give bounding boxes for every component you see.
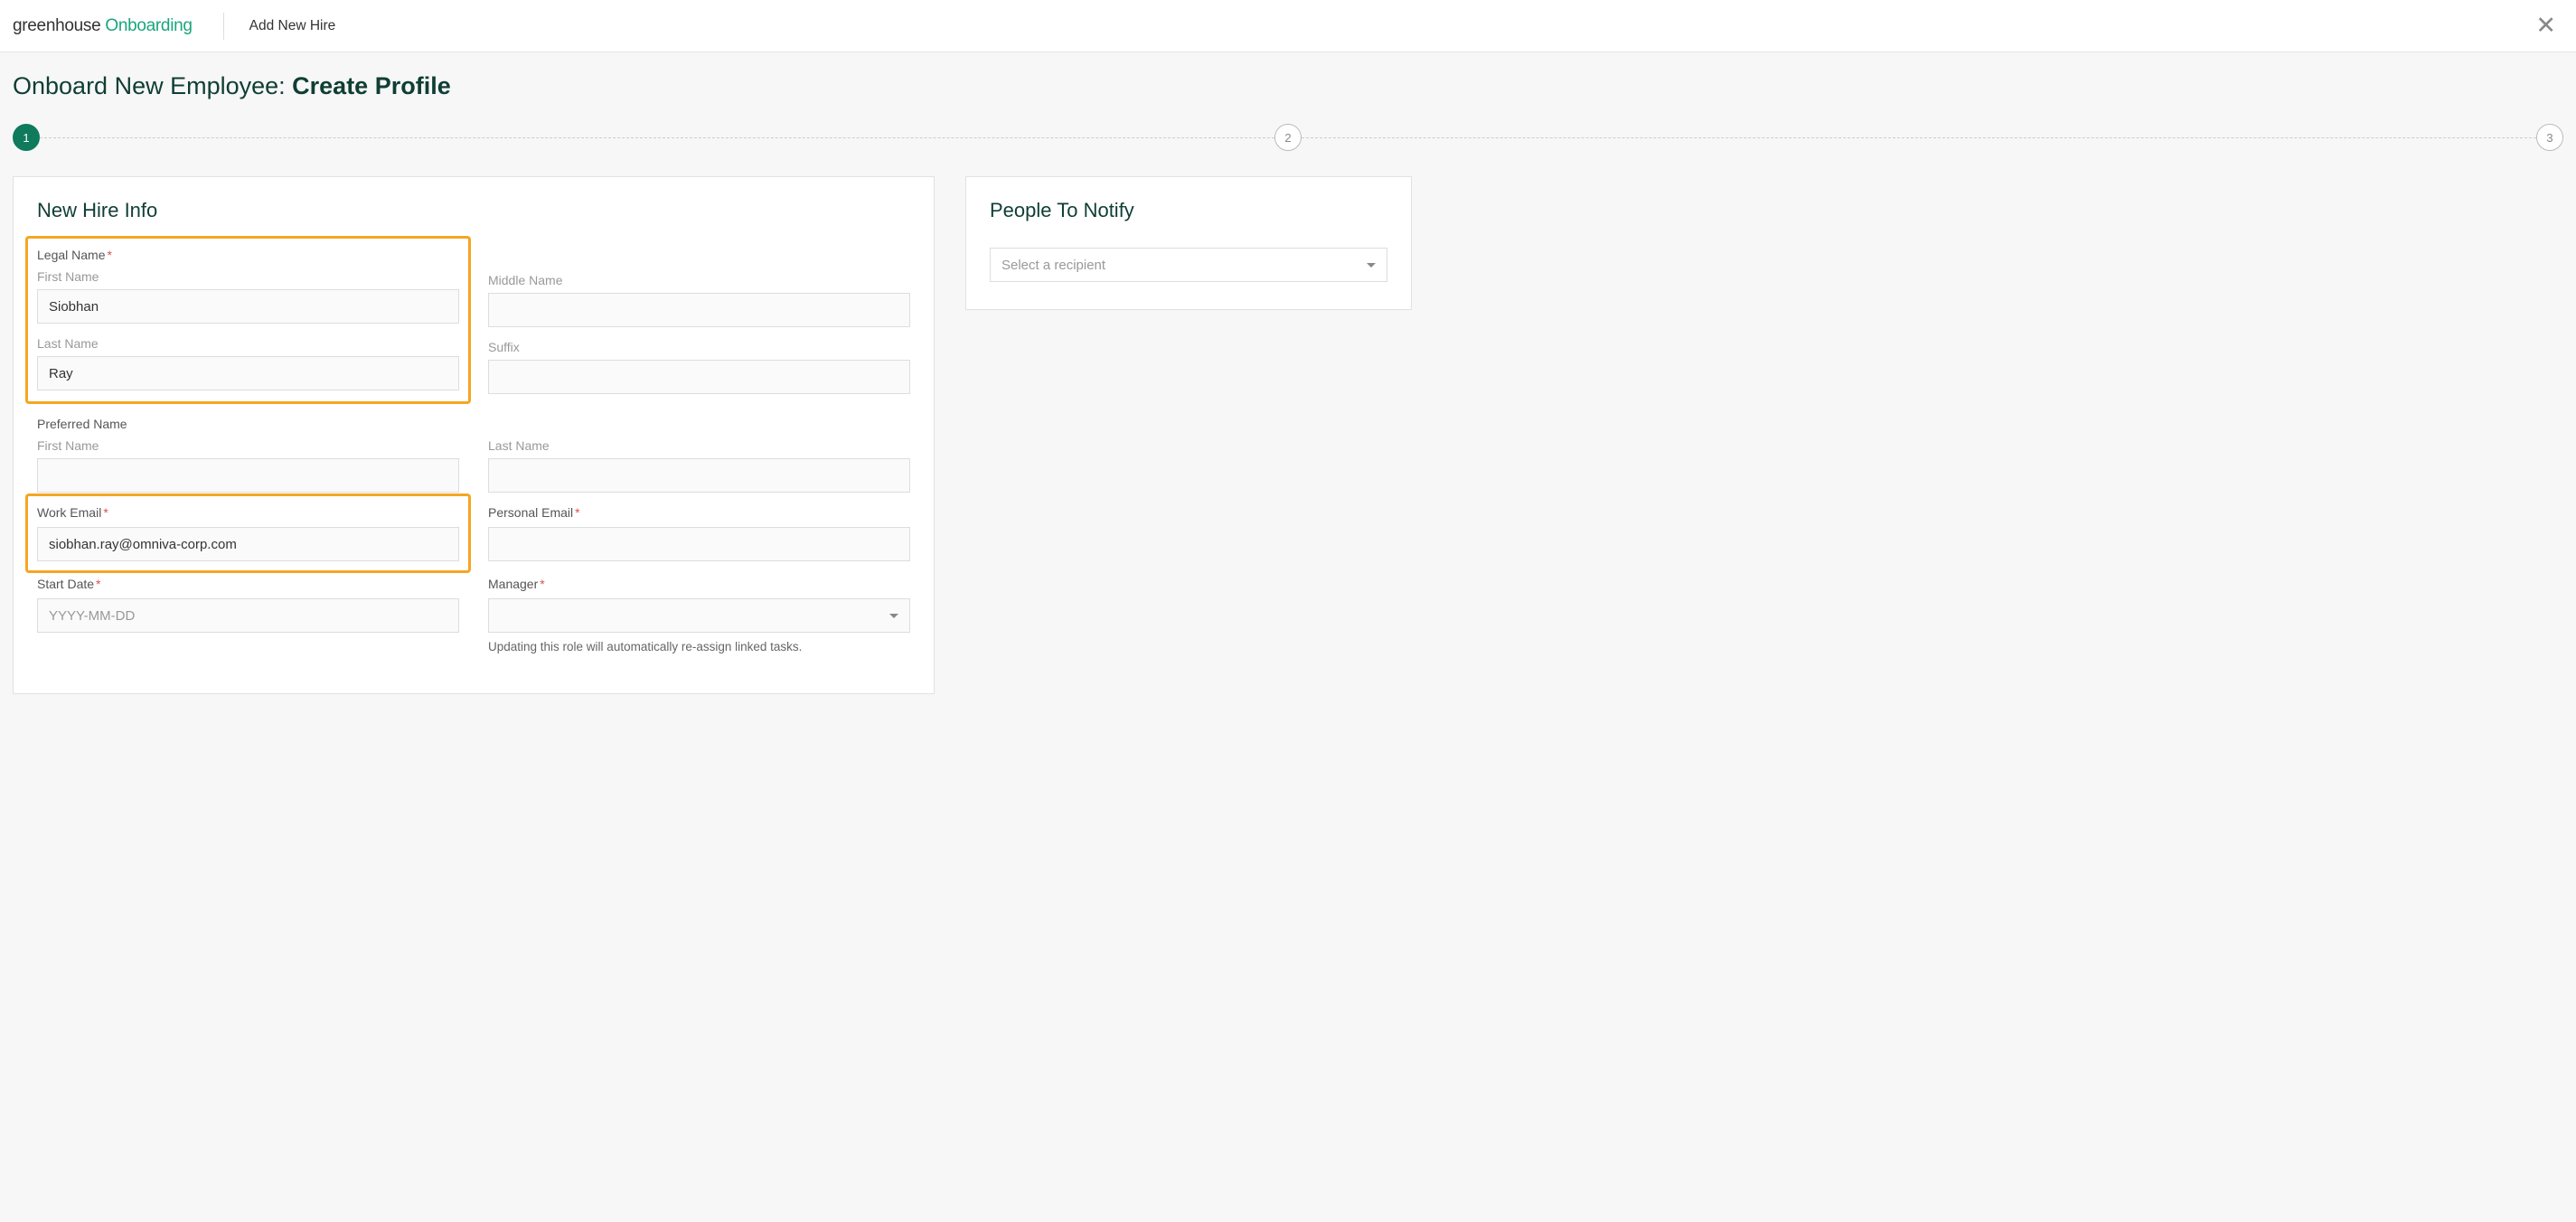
suffix-input[interactable] [488,360,910,394]
first-name-label: First Name [37,269,459,284]
logo-text-2: Onboarding [105,16,192,35]
manager-label: Manager* [488,577,910,591]
start-date-input[interactable] [37,598,459,633]
work-email-input[interactable] [37,527,459,561]
chevron-down-icon [1367,263,1376,268]
vertical-divider [223,13,224,40]
app-logo: greenhouse Onboarding [13,16,193,36]
new-hire-info-card: New Hire Info Legal Name* First Name Las… [13,176,935,694]
suffix-label: Suffix [488,340,910,354]
page-title-main: Create Profile [292,72,451,99]
step-line [1302,137,2536,138]
step-line [40,137,1274,138]
step-1[interactable]: 1 [13,124,40,151]
preferred-name-label: Preferred Name [37,417,127,431]
required-asterisk: * [108,248,112,262]
legal-name-highlight: Legal Name* First Name Last Name [25,236,471,404]
pref-first-name-input[interactable] [37,458,459,493]
people-to-notify-card: People To Notify Select a recipient [965,176,1412,310]
manager-helper-text: Updating this role will automatically re… [488,640,910,653]
legal-name-label: Legal Name* [37,248,459,262]
start-date-label: Start Date* [37,577,459,591]
recipient-select-placeholder: Select a recipient [1001,258,1105,273]
step-2[interactable]: 2 [1274,124,1302,151]
page-title: Onboard New Employee: Create Profile [13,72,2563,100]
side-card-title: People To Notify [990,199,1387,222]
page-breadcrumb: Add New Hire [249,18,336,34]
top-bar: greenhouse Onboarding Add New Hire ✕ [0,0,2576,52]
work-email-label: Work Email* [37,505,459,520]
middle-name-input[interactable] [488,293,910,327]
personal-email-input[interactable] [488,527,910,561]
required-asterisk: * [103,505,108,520]
required-asterisk: * [96,577,100,591]
pref-first-name-label: First Name [37,438,459,453]
middle-name-label: Middle Name [488,273,910,287]
work-email-highlight: Work Email* [25,494,471,573]
pref-last-name-label: Last Name [488,438,910,453]
step-3[interactable]: 3 [2536,124,2563,151]
last-name-input[interactable] [37,356,459,390]
progress-stepper: 1 2 3 [13,124,2563,151]
close-icon[interactable]: ✕ [2528,10,2563,42]
personal-email-label: Personal Email* [488,505,910,520]
manager-select[interactable] [488,598,910,633]
page-body: Onboard New Employee: Create Profile 1 2… [0,52,2576,1222]
logo-text-1: greenhouse [13,16,100,35]
recipient-select[interactable]: Select a recipient [990,248,1387,282]
last-name-label: Last Name [37,336,459,351]
required-asterisk: * [575,505,579,520]
page-title-prefix: Onboard New Employee: [13,72,292,99]
card-title: New Hire Info [37,199,910,222]
pref-last-name-input[interactable] [488,458,910,493]
chevron-down-icon [889,614,898,618]
required-asterisk: * [540,577,544,591]
first-name-input[interactable] [37,289,459,324]
